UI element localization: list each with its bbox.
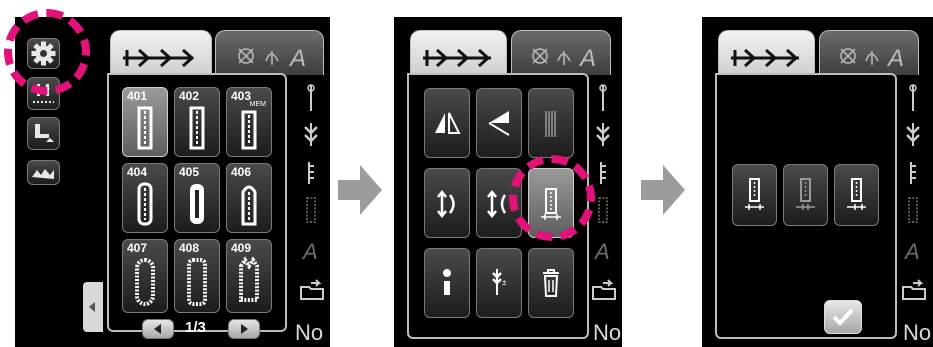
pattern-407-button[interactable]: 407 [122,239,168,313]
settings-highlight-circle [4,9,90,95]
stitch-length-icon [308,162,314,184]
tension-adjust-icon: ± [492,269,507,295]
panel-collapse-tab[interactable] [83,282,103,332]
arrow-left-icon [154,324,161,334]
page-next-button[interactable] [228,319,260,339]
character-icon: A [303,239,318,264]
ok-button[interactable] [824,300,862,334]
pattern-408-button[interactable]: 408 [174,239,220,313]
pattern-number: 406 [231,165,252,179]
cut-left-icon [745,178,764,210]
utility-stitch-tab-icon [123,48,195,68]
pattern-number: 408 [179,241,200,255]
tab-decorative-stitches[interactable]: A [819,30,919,75]
decorative-character-tab-icon: A [840,45,904,72]
pattern-409-button[interactable]: 409 [226,239,272,313]
tab-utility-stitches[interactable] [110,30,212,75]
stitch-mode-icon [596,123,610,146]
tension-adjust-button[interactable]: ± [476,248,522,318]
mirror-horizontal-button[interactable] [424,88,470,158]
decorative-character-tab-icon: A [532,45,596,72]
density-button[interactable] [528,88,574,158]
cut-position-highlight-circle [509,155,595,241]
utility-stitch-tab-icon [731,48,799,68]
stitch-density-icon [545,111,556,137]
stitch-mode-icon [304,123,318,146]
cut-position-left-button[interactable] [732,164,777,226]
pattern-405-button[interactable]: 405 [174,163,220,233]
buttonhole-length-icon [306,197,316,223]
needle-icon [599,84,607,111]
mirror-horizontal-icon [435,112,461,134]
tab-utility-stitches[interactable] [410,30,507,75]
no-label: No [903,320,932,345]
pattern-number: 402 [179,89,200,103]
buttonhole-length-icon [908,197,918,223]
page-indicator: 1/3 [185,319,206,336]
svg-text:A: A [288,45,306,72]
feed-dog-icon [32,169,54,179]
memory-badge: MEM [249,101,266,108]
stitch-length-icon [910,162,916,184]
chevron-left-icon [89,302,95,312]
mirror-vertical-icon [488,111,510,136]
presser-foot-icon [35,124,54,142]
folder-export-icon [902,279,926,300]
next-step-arrow [641,165,685,215]
folder-export-icon [300,279,324,300]
svg-text:A: A [578,45,596,72]
pattern-number: 409 [231,241,252,255]
no-label: No [295,320,324,345]
pattern-number: 405 [179,165,200,179]
character-icon: A [595,239,610,264]
arrow-right-icon [241,324,248,334]
cut-right-icon [847,178,866,210]
pattern-404-button[interactable]: 404 [122,163,168,233]
presser-foot-button[interactable] [27,117,60,150]
pattern-402-button[interactable]: 402 [174,87,220,157]
tab-utility-stitches[interactable] [718,30,815,75]
feed-dog-button[interactable] [27,160,60,185]
mirror-vertical-button[interactable] [476,88,522,158]
decorative-character-tab-icon: A [238,45,306,72]
character-icon: A [905,239,920,264]
pattern-number: 403 [231,89,252,103]
tab-decorative-stitches[interactable]: A [215,30,324,75]
utility-stitch-tab-icon [423,48,491,68]
buttonhole-length-icon [598,197,608,223]
pattern-number: 404 [127,165,148,179]
svg-text:±: ± [502,278,507,287]
elongation-icon [437,189,455,219]
needle-icon [307,84,315,111]
cut-position-center-button[interactable] [783,164,828,226]
cut-position-right-button[interactable] [834,164,879,226]
single-pattern-icon [443,269,451,295]
next-step-arrow [338,165,382,215]
cut-center-icon [796,178,815,210]
delete-button[interactable] [528,248,574,318]
needle-icon [909,84,917,111]
pattern-403-button[interactable]: 403 MEM [226,87,272,157]
checkmark-icon [832,308,854,326]
svg-text:A: A [886,45,904,72]
stitch-mode-icon [906,123,920,146]
tab-decorative-stitches[interactable]: A [511,30,611,75]
pattern-401-button[interactable]: 401 [122,87,168,157]
page-prev-button[interactable] [142,319,174,339]
stitch-length-icon [600,162,606,184]
trash-icon [543,269,559,297]
pattern-406-button[interactable]: 406 [226,163,272,233]
pattern-number: 401 [127,89,148,103]
screen-3: A A No [702,17,933,347]
single-pattern-button[interactable] [424,248,470,318]
folder-export-icon [592,279,616,300]
pattern-number: 407 [127,241,148,255]
elongation-button[interactable] [424,168,470,238]
no-label: No [593,320,622,345]
